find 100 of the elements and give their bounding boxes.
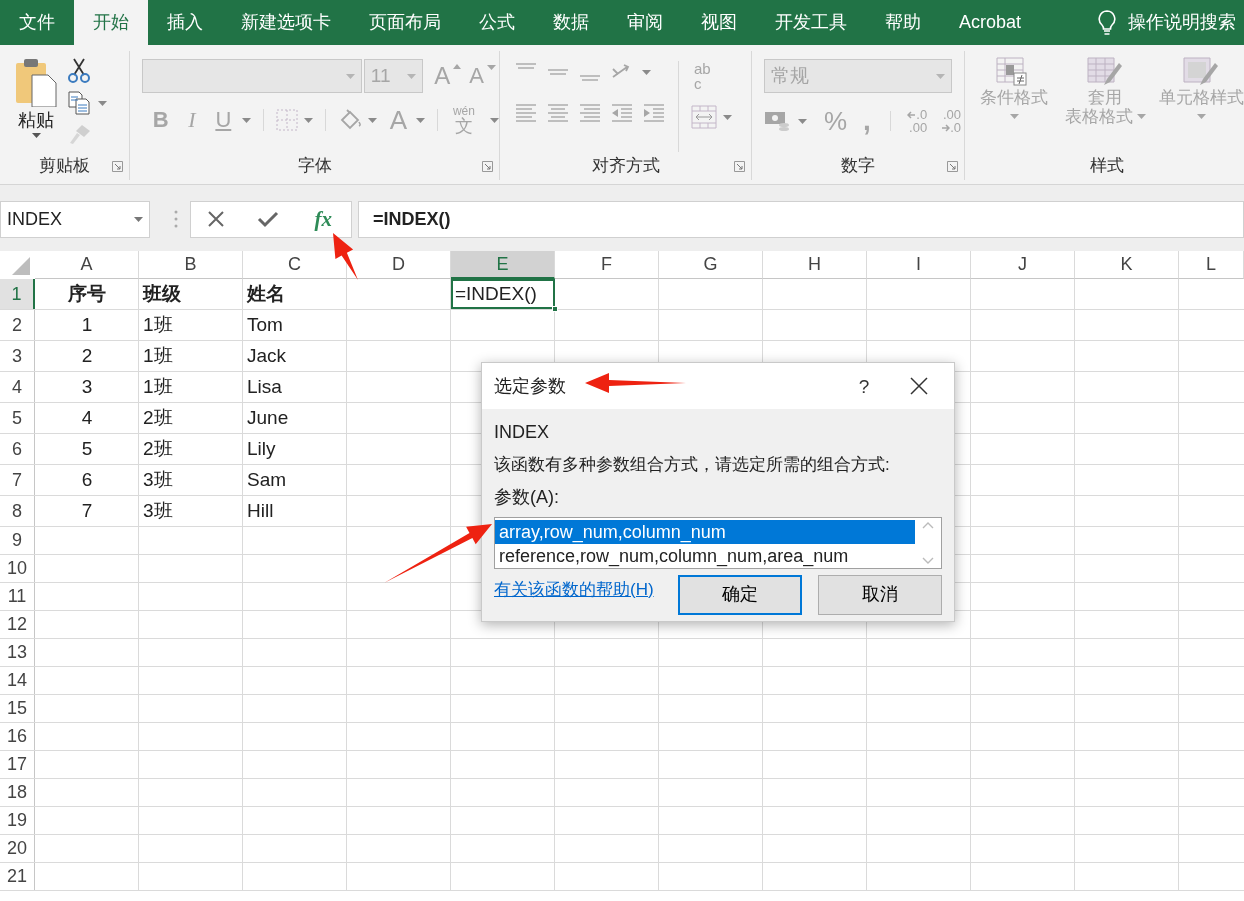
font-name-dropdown[interactable] [142, 59, 362, 93]
increase-indent-icon[interactable] [642, 103, 666, 125]
caret-icon[interactable] [798, 118, 807, 124]
column-header[interactable]: I [867, 251, 971, 279]
function-name: INDEX [494, 421, 549, 444]
table-cell-text: 1班 [142, 312, 174, 337]
menu-tab[interactable]: 视图 [682, 0, 756, 45]
argument-option[interactable]: reference,row_num,column_num,area_num [495, 543, 915, 568]
align-center-icon[interactable] [546, 103, 570, 125]
align-right-icon[interactable] [578, 103, 602, 125]
formula-input[interactable]: =INDEX() [358, 200, 1244, 238]
dialog-launcher-icon[interactable] [947, 161, 958, 172]
column-header[interactable]: J [971, 251, 1075, 279]
help-button[interactable]: ? [844, 376, 884, 396]
group-label: 剪贴板 [39, 155, 90, 178]
table-brush-icon [1087, 57, 1123, 87]
copy-icon[interactable] [68, 91, 90, 115]
table-cell-text: Jack [246, 343, 288, 368]
banknote-icon[interactable] [764, 110, 790, 132]
menu-tab[interactable]: 开发工具 [756, 0, 866, 45]
table-cell-text: 6 [80, 467, 94, 492]
table-cell-text: Lily [246, 436, 277, 461]
column-header[interactable]: B [139, 251, 243, 279]
arrow-icon [941, 123, 951, 132]
cancel-icon[interactable] [207, 210, 226, 228]
dialog-launcher-icon[interactable] [112, 161, 123, 172]
menu-tab[interactable]: 开始 [74, 0, 148, 45]
caret-icon[interactable] [31, 133, 41, 138]
table-cell-text: 3班 [142, 467, 174, 492]
column-header[interactable]: K [1075, 251, 1179, 279]
dialog-launcher-icon[interactable] [734, 161, 745, 172]
scroll-up-icon[interactable] [922, 521, 934, 529]
menu-tab[interactable]: 文件 [0, 0, 74, 45]
table-cell-text: 5 [80, 436, 94, 461]
more-options-icon[interactable] [174, 210, 178, 228]
column-header[interactable]: H [763, 251, 867, 279]
column-header[interactable]: F [555, 251, 659, 279]
caret-icon[interactable] [367, 117, 377, 123]
caret-icon[interactable] [303, 117, 313, 123]
name-box[interactable]: INDEX [0, 200, 150, 238]
scroll-down-icon[interactable] [922, 556, 934, 564]
clipboard-icon [14, 57, 58, 107]
list-label: 参数(A): [494, 485, 559, 509]
menu-tab[interactable]: 公式 [460, 0, 534, 45]
active-cell[interactable]: =INDEX() [451, 279, 555, 309]
cancel-button[interactable]: 取消 [818, 574, 942, 615]
argument-option[interactable]: array,row_num,column_num [495, 519, 915, 544]
row-header[interactable]: 1 [0, 279, 35, 309]
menu-tab[interactable]: 页面布局 [350, 0, 460, 45]
ok-button[interactable]: 确定 [678, 574, 802, 615]
description-text: 该函数有多种参数组合方式，请选定所需的组合方式: [494, 454, 891, 476]
check-icon[interactable] [257, 210, 280, 228]
merge-cells-icon[interactable] [691, 105, 717, 129]
caret-icon[interactable] [723, 114, 732, 120]
decrease-indent-icon[interactable] [610, 103, 634, 125]
table-cell-text: 7 [80, 498, 94, 523]
menu-tab[interactable]: 审阅 [608, 0, 682, 45]
paste-button[interactable]: 粘贴 [12, 55, 60, 152]
table-cell-text: 姓名 [245, 281, 286, 306]
menu-tab[interactable]: 新建选项卡 [222, 0, 350, 45]
column-header[interactable]: E [451, 251, 555, 279]
table-cell-text: Tom [246, 312, 284, 337]
caret-icon[interactable] [416, 117, 426, 123]
menu-tab[interactable]: 插入 [148, 0, 222, 45]
caret-icon[interactable] [242, 117, 251, 123]
table-cell-text: Hill [246, 498, 275, 523]
cell-brush-icon [1183, 57, 1219, 87]
select-all-icon[interactable] [10, 255, 30, 275]
insert-function-button[interactable]: fx [311, 208, 335, 230]
menu-tab[interactable]: 数据 [534, 0, 608, 45]
close-icon[interactable] [910, 377, 928, 395]
table-cell-text: 班级 [141, 281, 182, 306]
scissors-icon[interactable] [68, 57, 90, 83]
column-header[interactable]: A [35, 251, 139, 279]
group-label: 数字 [841, 155, 875, 178]
caret-icon[interactable] [134, 216, 143, 222]
table-cell-text: 1班 [142, 374, 174, 399]
table-cell-text: 2 [80, 343, 94, 368]
help-link[interactable]: 有关该函数的帮助(H) [494, 576, 654, 602]
align-left-icon[interactable] [514, 103, 538, 125]
menu-tab[interactable]: Acrobat [940, 0, 1041, 45]
brush-icon[interactable] [68, 123, 92, 145]
column-header[interactable]: L [1179, 251, 1244, 279]
caret-icon[interactable] [489, 117, 499, 123]
annotation-arrow [333, 233, 358, 280]
caret-icon[interactable] [98, 100, 107, 106]
borders-icon[interactable] [275, 109, 298, 131]
dialog-launcher-icon[interactable] [482, 161, 493, 172]
table-cell-text: 3 [80, 374, 94, 399]
fill-handle[interactable] [552, 306, 558, 312]
arrow-icon [907, 110, 917, 119]
column-header[interactable]: G [659, 251, 763, 279]
tell-me-search[interactable]: 操作说明搜索 [1128, 9, 1236, 36]
table-cell-text: 3班 [142, 498, 174, 523]
lightbulb-icon[interactable] [1098, 9, 1116, 36]
caret-icon[interactable] [642, 69, 651, 75]
argument-list[interactable]: array,row_num,column_num reference,row_num,column_num,area_num [494, 516, 942, 569]
menu-tab[interactable]: 帮助 [866, 0, 940, 45]
group-label: 对齐方式 [591, 155, 660, 178]
table-cell-text: Sam [246, 467, 288, 492]
